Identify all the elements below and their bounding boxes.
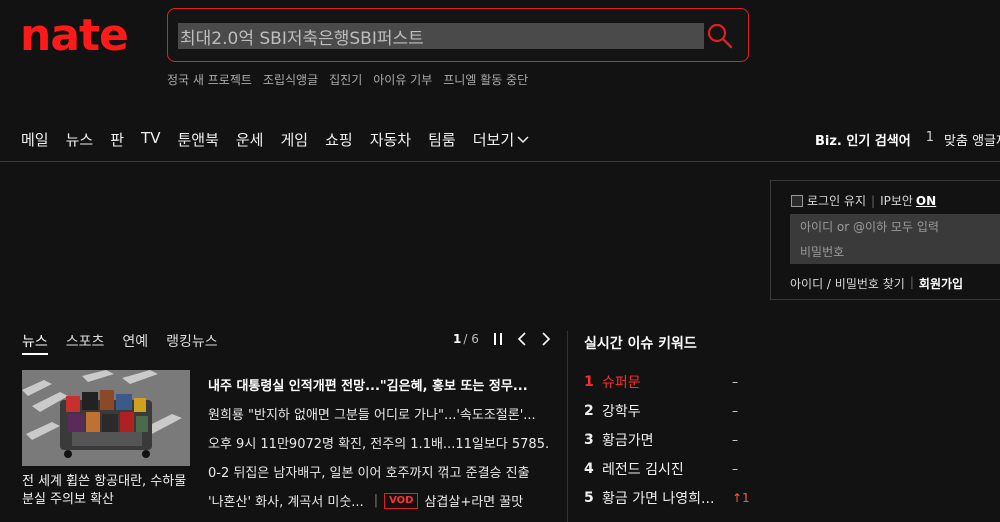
issue-rank: 2 xyxy=(584,402,594,419)
headline-item[interactable]: 오후 9시 11만9072명 확진, 전주의 1.1배...11일보다 5785… xyxy=(208,428,548,457)
separator: | xyxy=(871,193,876,208)
news-thumbnail[interactable] xyxy=(22,370,190,466)
issue-change: – xyxy=(732,432,738,447)
search-icon[interactable] xyxy=(706,22,734,50)
main-nav: 메일 뉴스 판 TV 툰앤북 운세 게임 쇼핑 자동차 팀룸 더보기 xyxy=(21,129,546,150)
login-links: 아이디 / 비밀번호 찾기 | 회원가입 xyxy=(790,275,963,292)
trending-links: 정국 새 프로젝트 조립식앵글 집진기 아이유 기부 프니엘 활동 중단 xyxy=(167,71,528,88)
headline-item[interactable]: 원희룡 "반지하 없애면 그분들 어디로 가나"...'속도조절론'... xyxy=(208,399,548,428)
issue-rank: 4 xyxy=(584,460,594,477)
trending-link[interactable]: 조립식앵글 xyxy=(263,71,318,88)
issue-keyword-item[interactable]: 4 레전드 김시진 – xyxy=(584,454,754,483)
issue-rank: 1 xyxy=(584,373,594,390)
thumbnail-caption[interactable]: 전 세계 휩쓴 항공대란, 수하물 분실 주의보 확산 xyxy=(22,473,197,509)
chevron-right-icon[interactable] xyxy=(541,332,551,346)
nav-item-tv[interactable]: TV xyxy=(141,129,160,150)
issue-name: 레전드 김시진 xyxy=(602,461,684,478)
nav-item-game[interactable]: 게임 xyxy=(280,129,308,150)
issue-keyword-item[interactable]: 1 슈퍼문 – xyxy=(584,367,754,396)
headline-item[interactable]: 내주 대통령실 인적개편 전망..."김은혜, 홍보 또는 정무... xyxy=(208,370,548,399)
tab-news[interactable]: 뉴스 xyxy=(22,331,48,355)
issue-name: 황금 가면 나영희... xyxy=(602,490,715,507)
nav-item-news[interactable]: 뉴스 xyxy=(66,129,94,150)
issue-name: 강학두 xyxy=(602,403,641,420)
search-input[interactable] xyxy=(178,23,704,49)
news-tabs: 뉴스 스포츠 연예 랭킹뉴스 xyxy=(22,331,236,355)
separator: | xyxy=(373,493,379,508)
issue-change: – xyxy=(732,403,738,418)
biz-keyword[interactable]: 맞춤 앵글제 xyxy=(944,130,1000,149)
nav-divider xyxy=(0,161,1000,162)
nate-logo[interactable]: nate xyxy=(20,14,129,58)
nav-more-button[interactable]: 더보기 xyxy=(473,129,529,150)
trending-link[interactable]: 정국 새 프로젝트 xyxy=(167,71,252,88)
nav-item-car[interactable]: 자동차 xyxy=(370,129,411,150)
pause-icon[interactable] xyxy=(493,332,503,346)
nav-item-shopping[interactable]: 쇼핑 xyxy=(325,129,353,150)
nav-item-mail[interactable]: 메일 xyxy=(21,129,49,150)
separator: | xyxy=(909,275,914,289)
tab-ranking-news[interactable]: 랭킹뉴스 xyxy=(166,331,218,355)
luggage-image xyxy=(22,370,190,466)
trending-link[interactable]: 집진기 xyxy=(329,71,362,88)
issue-keyword-list: 1 슈퍼문 – 2 강학두 – 3 황금가면 – 4 레전드 김시진 – 5 황… xyxy=(584,367,754,512)
issue-keyword-item[interactable]: 2 강학두 – xyxy=(584,396,754,425)
ip-security-label: IP보안 xyxy=(880,194,913,208)
tab-entertainment[interactable]: 연예 xyxy=(122,331,148,355)
issue-change: – xyxy=(732,374,738,389)
headline-item-last: '나혼산' 화사, 계곡서 미숫... | VOD 삼겹살+라면 꿀맛 xyxy=(208,486,548,515)
id-input[interactable] xyxy=(790,214,1000,239)
issue-rank: 5 xyxy=(584,489,594,506)
join-link[interactable]: 회원가입 xyxy=(919,275,963,292)
chevron-down-icon xyxy=(517,135,529,143)
vod-badge: VOD xyxy=(384,492,419,509)
search-box xyxy=(167,8,749,62)
issue-change: – xyxy=(732,461,738,476)
issue-rank: 3 xyxy=(584,431,594,448)
keep-login-label[interactable]: 로그인 유지 xyxy=(807,192,866,209)
headline-link[interactable]: '나혼산' 화사, 계곡서 미숫... xyxy=(208,491,364,510)
chevron-left-icon[interactable] xyxy=(517,332,527,346)
login-options: 로그인 유지 | IP보안 ON xyxy=(791,192,936,209)
issue-keyword-item[interactable]: 5 황금 가면 나영희... ↑1 xyxy=(584,483,754,512)
nav-item-fortune[interactable]: 운세 xyxy=(236,129,264,150)
biz-rank: 1 xyxy=(925,130,935,145)
section-divider xyxy=(567,331,568,522)
page-current: 1 xyxy=(453,332,462,346)
issue-name: 황금가면 xyxy=(602,432,654,449)
trending-link[interactable]: 아이유 기부 xyxy=(373,71,432,88)
headline-item[interactable]: 0-2 뒤집은 남자배구, 일본 이어 호주까지 꺾고 준결승 진출 xyxy=(208,457,548,486)
issue-change: ↑1 xyxy=(732,490,750,505)
nav-item-toonbook[interactable]: 툰앤북 xyxy=(177,129,218,150)
page-total: / 6 xyxy=(463,332,479,346)
issue-keywords-title: 실시간 이슈 키워드 xyxy=(584,336,697,352)
nav-item-teamroom[interactable]: 팀룸 xyxy=(428,129,456,150)
biz-label: Biz. 인기 검색어 xyxy=(815,134,911,149)
password-input[interactable] xyxy=(790,239,1000,264)
trending-link[interactable]: 프니엘 활동 중단 xyxy=(443,71,528,88)
login-panel: 로그인 유지 | IP보안 ON 아이디 / 비밀번호 찾기 | 회원가입 xyxy=(770,180,1000,300)
nav-more-label: 더보기 xyxy=(472,131,515,149)
issue-keyword-item[interactable]: 3 황금가면 – xyxy=(584,425,754,454)
find-account-link[interactable]: 아이디 / 비밀번호 찾기 xyxy=(790,275,905,292)
issue-name: 슈퍼문 xyxy=(602,374,641,391)
vod-link[interactable]: 삼겹살+라면 꿀맛 xyxy=(424,491,523,510)
headline-list: 내주 대통령실 인적개편 전망..."김은혜, 홍보 또는 정무... 원희룡 … xyxy=(208,370,548,515)
nav-item-pann[interactable]: 판 xyxy=(110,129,124,150)
news-pager: 1 / 6 xyxy=(453,332,551,346)
tab-sports[interactable]: 스포츠 xyxy=(66,331,105,355)
keep-login-checkbox[interactable] xyxy=(791,194,803,207)
biz-popular-keywords: Biz. 인기 검색어 1 맞춤 앵글제 xyxy=(815,130,1000,149)
ip-security-toggle[interactable]: ON xyxy=(916,194,936,208)
login-fields xyxy=(790,214,1000,264)
